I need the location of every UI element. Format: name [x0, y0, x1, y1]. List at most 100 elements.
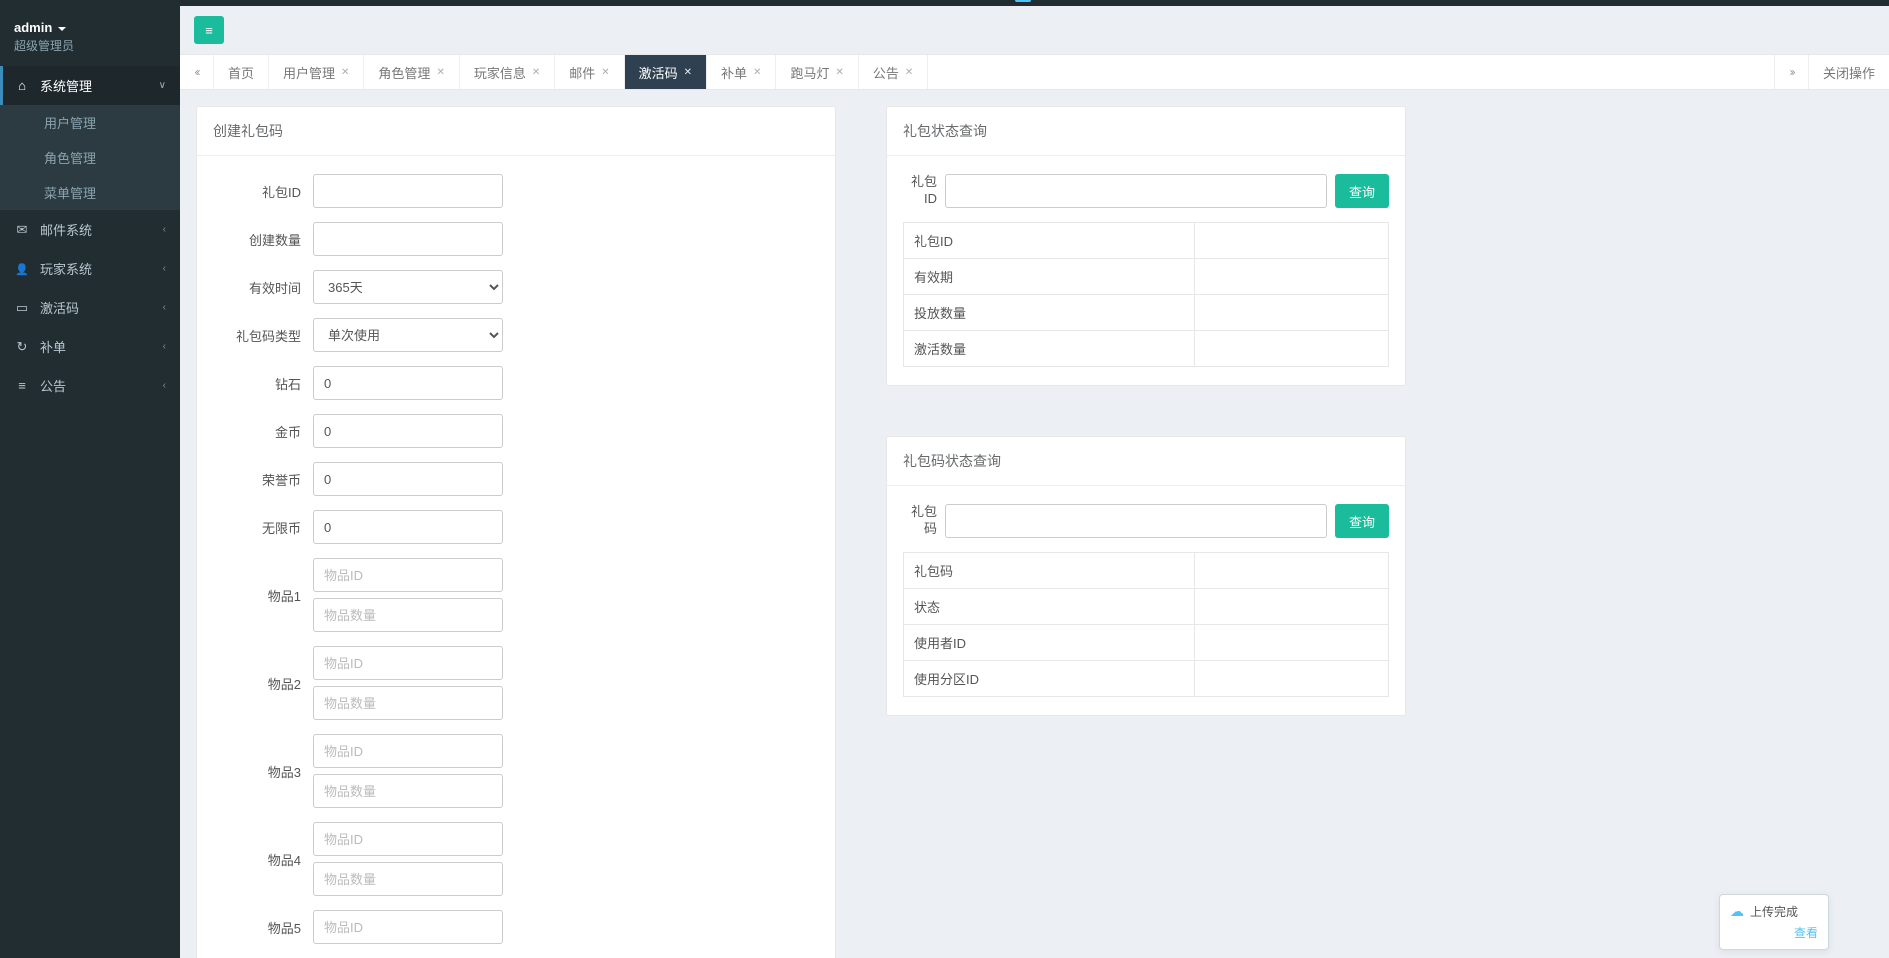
- create_qty-input[interactable]: [313, 222, 503, 256]
- main-area: 首页用户管理✕角色管理✕玩家信息✕邮件✕激活码✕补单✕跑马灯✕公告✕ 关闭操作 …: [180, 6, 1889, 958]
- top-bar: [0, 0, 1889, 6]
- tab-marquee[interactable]: 跑马灯✕: [776, 55, 858, 89]
- chevron-left-icon: ‹: [163, 263, 166, 274]
- tab-repay[interactable]: 补单 ✕: [707, 55, 776, 89]
- gift-status-key-0: 礼包ID: [904, 223, 1195, 259]
- sidebar-item-label: 公告: [40, 376, 66, 395]
- tab-label: 玩家信息: [474, 63, 526, 82]
- tabs-bar: 首页用户管理✕角色管理✕玩家信息✕邮件✕激活码✕补单✕跑马灯✕公告✕ 关闭操作: [180, 54, 1889, 90]
- gift-code-query-label: 礼包码: [903, 504, 937, 538]
- gift-status-panel: 礼包状态查询 礼包ID 查询 礼包ID有效期投放数量激活数量: [886, 106, 1406, 386]
- create-code-form: 礼包ID创建数量有效时间365天礼包码类型单次使用钻石金币荣誉币无限币物品1物品…: [197, 156, 835, 958]
- sidebar-nav: 系统管理∨用户管理角色管理菜单管理邮件系统‹玩家系统‹激活码‹补单‹公告‹: [0, 66, 180, 405]
- gift-status-key-3: 激活数量: [904, 331, 1195, 367]
- table-row: 激活数量: [904, 331, 1389, 367]
- close-icon[interactable]: ✕: [835, 67, 843, 78]
- close-icon[interactable]: ✕: [601, 67, 609, 78]
- tab-label: 补单: [721, 63, 747, 82]
- top-tag: [1015, 0, 1031, 2]
- tab-users[interactable]: 用户管理✕: [269, 55, 364, 89]
- gift-code-query-input[interactable]: [945, 504, 1327, 538]
- chevron-left-icon: [195, 65, 199, 79]
- item1-qty-input[interactable]: [313, 598, 503, 632]
- close-icon[interactable]: ✕: [905, 67, 913, 78]
- sidebar-subitem-roles[interactable]: 角色管理: [0, 140, 180, 175]
- honor-input[interactable]: [313, 462, 503, 496]
- gold-input[interactable]: [313, 414, 503, 448]
- tab-notice[interactable]: 公告✕: [859, 55, 928, 89]
- honor-label: 荣誉币: [213, 470, 313, 489]
- item1-id-input[interactable]: [313, 558, 503, 592]
- close-operations-dropdown[interactable]: 关闭操作: [1808, 55, 1889, 89]
- code-status-key-1: 状态: [904, 589, 1195, 625]
- item1-label: 物品1: [213, 586, 313, 605]
- sidebar-item-system[interactable]: 系统管理∨: [0, 66, 180, 105]
- upload-toast-view-link[interactable]: 查看: [1730, 924, 1818, 941]
- valid_time-select[interactable]: 365天: [313, 270, 503, 304]
- mail-icon: [14, 222, 30, 238]
- tabs-container: 首页用户管理✕角色管理✕玩家信息✕邮件✕激活码✕补单✕跑马灯✕公告✕: [214, 55, 1774, 89]
- chevron-left-icon: ‹: [163, 302, 166, 313]
- close-icon[interactable]: ✕: [753, 67, 761, 78]
- code-status-key-0: 礼包码: [904, 553, 1195, 589]
- sidebar-item-label: 系统管理: [40, 76, 92, 95]
- chevron-right-icon: [1789, 65, 1793, 79]
- tab-label: 角色管理: [378, 63, 430, 82]
- list-icon: [14, 378, 30, 393]
- table-row: 有效期: [904, 259, 1389, 295]
- table-row: 使用分区ID: [904, 661, 1389, 697]
- table-row: 礼包ID: [904, 223, 1389, 259]
- close-icon[interactable]: ✕: [532, 67, 540, 78]
- user-menu-toggle[interactable]: admin: [14, 20, 166, 35]
- sidebar: admin 超级管理员 系统管理∨用户管理角色管理菜单管理邮件系统‹玩家系统‹激…: [0, 6, 180, 958]
- sidebar-subitem-users[interactable]: 用户管理: [0, 105, 180, 140]
- gift-id-query-input[interactable]: [945, 174, 1327, 208]
- sidebar-item-mailsys[interactable]: 邮件系统‹: [0, 210, 180, 249]
- sidebar-item-activation[interactable]: 激活码‹: [0, 288, 180, 327]
- code-status-key-2: 使用者ID: [904, 625, 1195, 661]
- tab-playerinfo[interactable]: 玩家信息 ✕: [460, 55, 555, 89]
- sidebar-subitem-menus[interactable]: 菜单管理: [0, 175, 180, 210]
- item4-id-input[interactable]: [313, 822, 503, 856]
- item5-id-input[interactable]: [313, 910, 503, 944]
- tab-mail[interactable]: 邮件✕: [555, 55, 624, 89]
- tab-home[interactable]: 首页: [214, 55, 269, 89]
- upload-toast-title: 上传完成: [1750, 903, 1798, 920]
- ticket-icon: [14, 300, 30, 316]
- close-icon[interactable]: ✕: [341, 67, 349, 78]
- code_type-select[interactable]: 单次使用: [313, 318, 503, 352]
- item3-id-input[interactable]: [313, 734, 503, 768]
- gift-id-query-button[interactable]: 查询: [1335, 174, 1389, 208]
- gift_id-input[interactable]: [313, 174, 503, 208]
- sidebar-item-notice[interactable]: 公告 ‹: [0, 366, 180, 405]
- create_qty-label: 创建数量: [213, 230, 313, 249]
- tab-activation[interactable]: 激活码✕: [625, 55, 707, 89]
- sidebar-item-repay[interactable]: 补单‹: [0, 327, 180, 366]
- gift-code-query-button[interactable]: 查询: [1335, 504, 1389, 538]
- close-icon[interactable]: ✕: [436, 67, 444, 78]
- item4-qty-input[interactable]: [313, 862, 503, 896]
- close-operations-label: 关闭操作: [1823, 63, 1875, 82]
- diamond-input[interactable]: [313, 366, 503, 400]
- item2-qty-input[interactable]: [313, 686, 503, 720]
- item2-id-input[interactable]: [313, 646, 503, 680]
- cloud-upload-icon: ☁: [1730, 903, 1744, 920]
- sidebar-item-label: 邮件系统: [40, 220, 92, 239]
- diamond-label: 钻石: [213, 374, 313, 393]
- tabs-scroll-right-button[interactable]: [1774, 55, 1808, 89]
- sidebar-toggle-button[interactable]: [194, 16, 224, 44]
- gift_id-label: 礼包ID: [213, 182, 313, 201]
- item3-qty-input[interactable]: [313, 774, 503, 808]
- gift-status-panel-title: 礼包状态查询: [887, 107, 1405, 156]
- infinite-input[interactable]: [313, 510, 503, 544]
- code-status-key-3: 使用分区ID: [904, 661, 1195, 697]
- sidebar-item-playersys[interactable]: 玩家系统 ‹: [0, 249, 180, 288]
- code-status-panel: 礼包码状态查询 礼包码 查询 礼包码状态使用者ID使用分区ID: [886, 436, 1406, 716]
- topbar-row: [180, 6, 1889, 54]
- close-icon[interactable]: ✕: [684, 67, 692, 78]
- tab-roles[interactable]: 角色管理 ✕: [364, 55, 459, 89]
- code-status-val-3: [1195, 661, 1389, 697]
- chevron-left-icon: ‹: [163, 380, 166, 391]
- tabs-scroll-left-button[interactable]: [180, 55, 214, 89]
- sidebar-item-label: 玩家系统: [40, 259, 92, 278]
